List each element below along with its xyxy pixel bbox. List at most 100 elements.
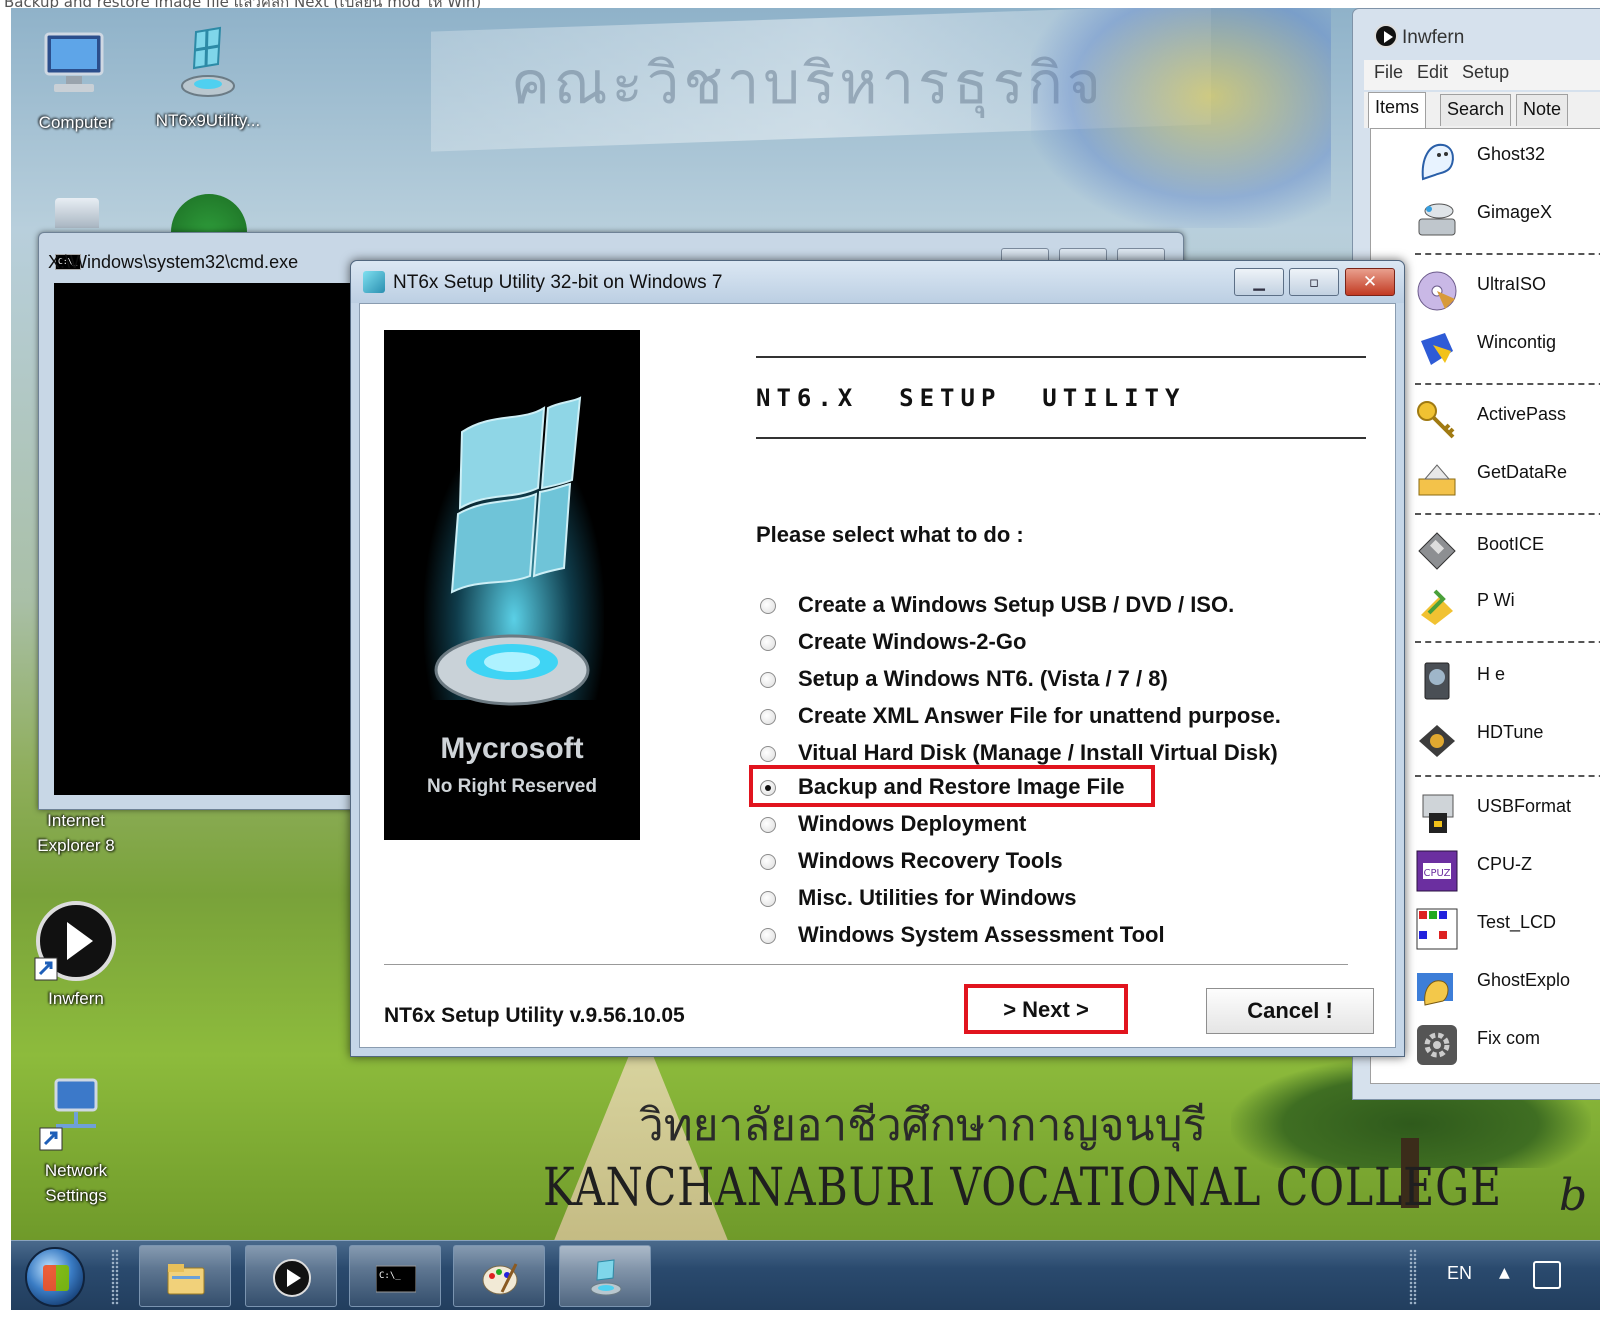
cmd-console[interactable] xyxy=(54,283,374,795)
cancel-button[interactable]: Cancel ! xyxy=(1206,988,1374,1034)
hdtune-icon xyxy=(1419,725,1455,757)
menu-setup[interactable]: Setup xyxy=(1462,62,1509,82)
inwfern-item-label: GetDataRe xyxy=(1477,462,1568,482)
taskbar-nt6utility-button[interactable] xyxy=(559,1245,651,1307)
dialog-title: NT6x Setup Utility 32-bit on Windows 7 xyxy=(393,272,723,293)
radio-button[interactable] xyxy=(760,817,776,833)
radio-button[interactable] xyxy=(760,709,776,725)
desktop-icon-nt6utility[interactable]: NT6x9Utility... xyxy=(143,24,273,133)
inwfern-item-ghost32[interactable]: Ghost32 xyxy=(1415,139,1600,195)
tab-items[interactable]: Items xyxy=(1368,92,1427,128)
inwfern-separator xyxy=(1415,253,1600,255)
nt6-setup-dialog: NT6x Setup Utility 32-bit on Windows 7 ▁… xyxy=(350,260,1405,1057)
minimize-button[interactable]: ▁ xyxy=(1234,268,1284,296)
cmd-icon-text: C:\_ xyxy=(379,1271,401,1281)
inwfern-item-ultraiso[interactable]: UltraISO xyxy=(1415,269,1600,325)
logo-brand: Mycrosoft xyxy=(440,732,584,765)
nt6-utility-icon xyxy=(590,1259,622,1296)
radio-button[interactable] xyxy=(760,928,776,944)
dialog-heading: NT6.X SETUP UTILITY xyxy=(756,384,1186,412)
inwfern-item-label: P Wi xyxy=(1477,590,1515,610)
taskbar-explorer-button[interactable] xyxy=(139,1245,231,1307)
computer-icon xyxy=(44,32,104,92)
wallpaper-corner-glyph: b xyxy=(1559,1170,1588,1221)
inwfern-item-testlcd[interactable]: Test_LCD xyxy=(1415,907,1600,963)
tab-search[interactable]: Search xyxy=(1440,94,1512,126)
language-indicator[interactable]: EN xyxy=(1447,1263,1472,1284)
show-hidden-icons-arrow[interactable]: ▲ xyxy=(1499,1265,1510,1281)
dialog-titlebar[interactable]: NT6x Setup Utility 32-bit on Windows 7 ▁… xyxy=(351,261,1404,303)
dialog-body: Mycrosoft No Right Reserved NT6.X SETUP … xyxy=(359,303,1396,1048)
select-prompt: Please select what to do : xyxy=(756,522,1024,547)
taskbar-grip xyxy=(111,1249,119,1305)
footer-divider xyxy=(384,964,1348,965)
inwfern-item-getdatarecovery[interactable]: GetDataRe xyxy=(1415,457,1600,513)
cancel-button-label: Cancel ! xyxy=(1247,998,1333,1023)
desktop-icon-network-settings[interactable]: Network Settings xyxy=(11,1074,141,1208)
inwfern-item-label: USBFormat xyxy=(1477,796,1572,816)
option-label: Setup a Windows NT6. (Vista / 7 / 8) xyxy=(798,666,1168,691)
taskbar-paint-button[interactable] xyxy=(453,1245,545,1307)
inwfern-item-cpuz[interactable]: CPUZ CPU-Z xyxy=(1415,849,1600,905)
heading-rule-bottom xyxy=(756,437,1366,439)
inwfern-item-gimagex[interactable]: GimageX xyxy=(1415,197,1600,253)
option-label: Windows System Assessment Tool xyxy=(798,922,1165,947)
desktop-icon-inwfern[interactable]: Inwfern xyxy=(11,898,141,1011)
inwfern-item-hdtune[interactable]: HDTune xyxy=(1415,717,1600,773)
inwfern-item-label: Ghost32 xyxy=(1477,144,1546,164)
network-tray-icon[interactable] xyxy=(1533,1261,1561,1289)
heading-rule-top xyxy=(756,356,1366,358)
radio-button[interactable] xyxy=(760,672,776,688)
option-label: Create XML Answer File for unattend purp… xyxy=(798,703,1281,728)
desktop-icon-internet-explorer[interactable]: Internet Explorer 8 xyxy=(11,808,141,858)
menu-edit[interactable]: Edit xyxy=(1417,62,1448,82)
desktop-green-shortcut-icon[interactable] xyxy=(171,194,247,234)
inwfern-item-usbformat[interactable]: USBFormat xyxy=(1415,791,1600,847)
taskbar-cmd-button[interactable]: C:\_ xyxy=(349,1245,441,1307)
inwfern-item-fixcom[interactable]: Fix com xyxy=(1415,1023,1600,1079)
close-button[interactable]: ✕ xyxy=(1345,268,1395,296)
start-button[interactable] xyxy=(25,1247,85,1307)
cpuz-icon: CPUZ xyxy=(1416,850,1458,892)
wallpaper-college-title: KANCHANABURI VOCATIONAL COLLEGE xyxy=(543,1158,1502,1218)
wallpaper-thai-title: วิทยาลัยอาชีวศึกษากาญจนบุรี xyxy=(639,1100,1207,1151)
tab-note[interactable]: Note xyxy=(1516,94,1569,126)
inwfern-tabs: Items Search Note xyxy=(1364,92,1600,128)
radio-button[interactable] xyxy=(760,854,776,870)
inwfern-item-wincontig[interactable]: Wincontig xyxy=(1415,327,1600,383)
next-button-label: > Next > xyxy=(1003,997,1089,1022)
key-icon xyxy=(1417,401,1455,439)
inwfern-item-label: CPU-Z xyxy=(1477,854,1532,874)
logo-tagline: No Right Reserved xyxy=(427,776,597,797)
desktop-icon-computer[interactable]: Computer xyxy=(11,26,141,135)
taskbar-inwfern-button[interactable] xyxy=(245,1245,337,1307)
recycle-bin-icon[interactable] xyxy=(55,198,99,228)
menu-file[interactable]: File xyxy=(1374,62,1403,82)
radio-button[interactable] xyxy=(760,891,776,907)
selected-option-highlight xyxy=(749,765,1155,807)
inwfern-item-hddregenerator[interactable]: H e xyxy=(1415,659,1600,715)
inwfern-play-icon xyxy=(273,1259,311,1297)
ghost-explorer-icon xyxy=(1417,973,1453,1006)
inwfern-separator xyxy=(1415,775,1600,777)
logo-panel: Mycrosoft No Right Reserved xyxy=(384,330,640,840)
inwfern-item-bootice[interactable]: BootICE xyxy=(1415,529,1600,585)
next-button[interactable]: > Next > xyxy=(964,984,1128,1034)
radio-button[interactable] xyxy=(760,746,776,762)
test-lcd-icon xyxy=(1416,908,1458,950)
inwfern-item-label: Fix com xyxy=(1477,1028,1540,1048)
option-label: Misc. Utilities for Windows xyxy=(798,885,1077,910)
desktop-icon-label: Inwfern xyxy=(48,989,104,1008)
hard-disk-icon xyxy=(1424,662,1450,700)
inwfern-item-label: GhostExplo xyxy=(1477,970,1571,990)
radio-button[interactable] xyxy=(760,635,776,651)
inwfern-item-ghostexplorer[interactable]: GhostExplo xyxy=(1415,965,1600,1021)
inwfern-item-activepass[interactable]: ActivePass xyxy=(1415,399,1600,455)
maximize-button[interactable]: ▫ xyxy=(1289,268,1339,296)
inwfern-separator xyxy=(1415,383,1600,385)
radio-button[interactable] xyxy=(760,598,776,614)
ghost-icon xyxy=(1421,143,1454,181)
taskbar: C:\_ EN ▲ xyxy=(11,1240,1600,1310)
bootice-floppy-icon xyxy=(1418,532,1456,570)
inwfern-item-partition[interactable]: P Wi xyxy=(1415,585,1600,641)
